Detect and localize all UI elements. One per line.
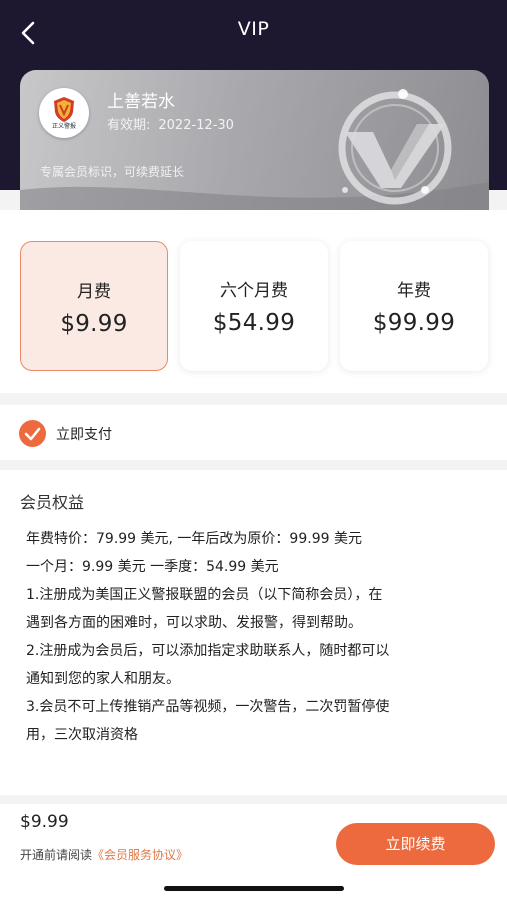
plan-name: 月费 <box>77 282 111 302</box>
logo-text: 正义警报 <box>51 123 76 130</box>
plan-name: 年费 <box>397 281 431 301</box>
plan-price: $99.99 <box>372 310 456 336</box>
pay-now-checkbox[interactable] <box>19 420 46 447</box>
brand-logo: 正义警报 <box>39 88 89 138</box>
benefits-text: 年费特价：79.99 美元, 一年后改为原价：99.99 美元 一个月：9.99… <box>26 525 486 749</box>
renew-now-button[interactable]: 立即续费 <box>336 823 495 865</box>
plan-option-six-month[interactable]: 六个月费 $54.99 <box>180 241 328 371</box>
plan-option-monthly[interactable]: 月费 $9.99 <box>20 241 168 371</box>
validity-info: 有效期: 2022-12-30 <box>107 114 234 133</box>
home-indicator <box>164 886 344 891</box>
plan-price: $54.99 <box>212 310 296 336</box>
benefit-line: 3.会员不可上传推销产品等视频，一次警告，二次罚暂停使 <box>26 699 390 715</box>
agreement-notice: 开通前请阅读《会员服务协议》 <box>20 846 188 863</box>
benefit-line: 遇到各方面的困难时，可以求助、发报警，得到帮助。 <box>26 615 362 631</box>
checkout-bar: $9.99 开通前请阅读《会员服务协议》 立即续费 <box>0 804 507 900</box>
vip-emblem-icon <box>338 89 452 205</box>
service-agreement-link[interactable]: 《会员服务协议》 <box>92 848 188 862</box>
total-price: $9.99 <box>20 812 69 832</box>
agreement-prefix: 开通前请阅读 <box>20 848 93 862</box>
checkmark-icon <box>24 427 41 441</box>
benefit-line: 年费特价：79.99 美元, 一年后改为原价：99.99 美元 <box>26 531 362 547</box>
validity-label: 有效期: <box>107 118 151 133</box>
benefits-section: 会员权益 年费特价：79.99 美元, 一年后改为原价：99.99 美元 一个月… <box>0 470 507 795</box>
plan-option-yearly[interactable]: 年费 $99.99 <box>340 241 488 371</box>
benefit-line: 2.注册成为会员后，可以添加指定求助联系人，随时都可以 <box>26 643 390 659</box>
validity-date: 2022-12-30 <box>158 118 234 133</box>
benefits-title: 会员权益 <box>20 493 85 512</box>
page-title: VIP <box>237 18 270 40</box>
benefit-line: 用，三次取消资格 <box>26 727 138 743</box>
member-username: 上善若水 <box>107 92 175 112</box>
card-description: 专属会员标识，可续费延长 <box>40 165 185 179</box>
benefit-line: 一个月：9.99 美元 一季度：54.99 美元 <box>26 559 279 575</box>
benefit-line: 通知到您的家人和朋友。 <box>26 671 180 687</box>
benefit-line: 1.注册成为美国正义警报联盟的会员（以下简称会员），在 <box>26 587 383 603</box>
plan-price: $9.99 <box>60 311 128 337</box>
pay-now-label: 立即支付 <box>56 427 112 443</box>
plan-name: 六个月费 <box>220 281 288 301</box>
member-card: 正义警报 上善若水 有效期: 2022-12-30 专属会员标识，可续费延长 <box>20 70 489 210</box>
plan-selector: 月费 $9.99 六个月费 $54.99 年费 $99.99 <box>0 210 507 393</box>
pay-now-row[interactable]: 立即支付 <box>0 405 507 460</box>
